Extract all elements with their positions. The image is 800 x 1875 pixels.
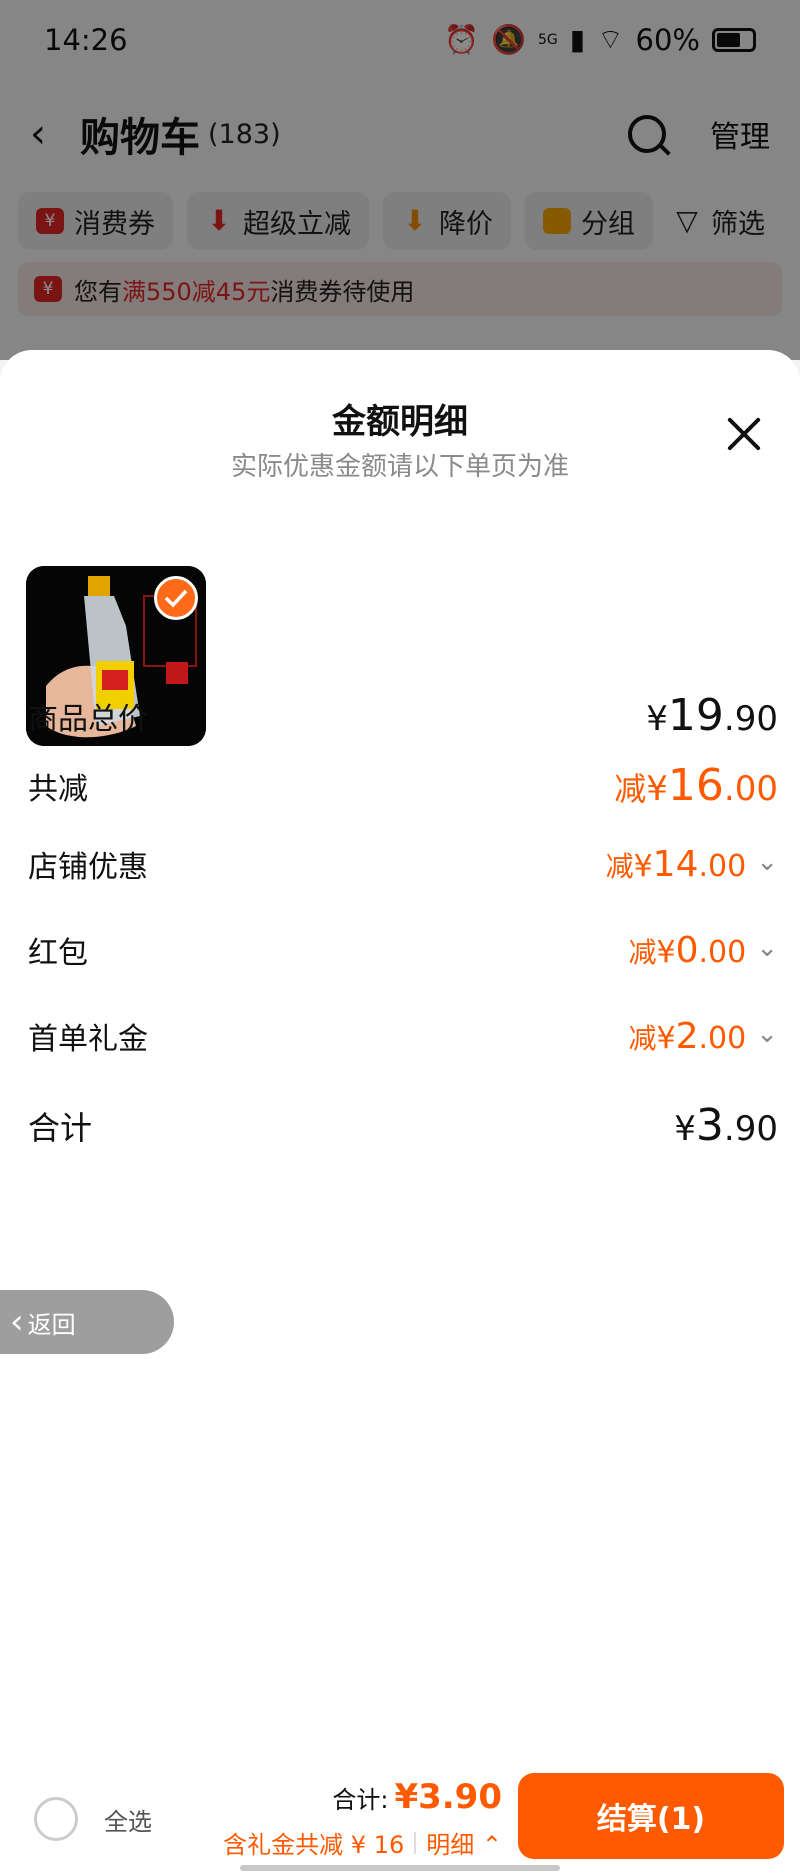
detail-toggle[interactable]: 明细 ⌃ bbox=[426, 1825, 502, 1860]
chevron-down-icon[interactable]: ⌄ bbox=[756, 847, 778, 877]
value-decimal: .00 bbox=[723, 769, 778, 809]
value-decimal: .90 bbox=[723, 1109, 778, 1149]
row-value: 减 ¥0.00 ⌄ bbox=[628, 930, 778, 971]
chevron-left-icon: ‹ bbox=[10, 1302, 24, 1342]
row-total-price: 商品总价 ¥19.90 bbox=[28, 690, 778, 741]
gift-discount-text: 含礼金共减 ¥ 16 bbox=[223, 1831, 405, 1859]
row-label: 合计 bbox=[28, 1108, 93, 1147]
discount-prefix: 减 bbox=[628, 1021, 657, 1055]
close-icon[interactable] bbox=[722, 412, 766, 456]
discount-summary: 含礼金共减 ¥ 16 明细 ⌃ bbox=[223, 1825, 502, 1860]
checkout-button[interactable]: 结算(1) bbox=[518, 1773, 784, 1859]
value-decimal: .90 bbox=[723, 699, 778, 739]
chevron-down-icon[interactable]: ⌄ bbox=[756, 1019, 778, 1049]
checkout-bar: 全选 合计: ¥3.90 含礼金共减 ¥ 16 明细 ⌃ 结算(1) bbox=[0, 1765, 800, 1875]
select-all-radio[interactable] bbox=[34, 1797, 78, 1841]
select-all-label: 全选 bbox=[104, 1807, 152, 1836]
row-label: 红包 bbox=[28, 936, 88, 971]
back-button[interactable]: ‹ 返回 bbox=[0, 1290, 174, 1354]
currency-symbol: ¥ bbox=[646, 699, 668, 739]
detail-label: 明细 bbox=[426, 1831, 475, 1859]
row-label: 商品总价 bbox=[28, 701, 148, 737]
currency-symbol: ¥ bbox=[656, 1020, 676, 1056]
currency-symbol: ¥ bbox=[656, 934, 676, 970]
row-label: 共减 bbox=[28, 771, 88, 807]
value-integer: 19 bbox=[667, 690, 724, 741]
row-red-packet[interactable]: 红包 减 ¥0.00 ⌄ bbox=[28, 928, 778, 972]
chevron-up-icon: ⌃ bbox=[481, 1831, 502, 1859]
home-indicator bbox=[240, 1865, 560, 1871]
value-integer: 3 bbox=[695, 1100, 724, 1151]
row-value: 减 ¥2.00 ⌄ bbox=[628, 1016, 778, 1057]
currency-symbol: ¥ bbox=[633, 848, 653, 884]
value-decimal: .00 bbox=[698, 1020, 747, 1056]
value-decimal: .00 bbox=[698, 848, 747, 884]
total-value: ¥3.90 bbox=[394, 1777, 502, 1817]
row-value: 减 ¥14.00 ⌄ bbox=[606, 844, 778, 885]
row-label: 首单礼金 bbox=[28, 1022, 148, 1057]
discount-prefix: 减 bbox=[614, 770, 647, 808]
row-sum: 合计 ¥3.90 bbox=[28, 1100, 778, 1151]
row-value: 减 ¥16.00 bbox=[614, 760, 778, 811]
overlay-scrim[interactable] bbox=[0, 0, 800, 360]
select-all-toggle[interactable]: 全选 bbox=[34, 1797, 152, 1841]
currency-symbol: ¥ bbox=[674, 1109, 696, 1149]
back-label: 返回 bbox=[27, 1310, 76, 1339]
row-total-discount: 共减 减 ¥16.00 bbox=[28, 760, 778, 811]
value-integer: 2 bbox=[675, 1015, 699, 1057]
total-summary: 合计: ¥3.90 bbox=[332, 1777, 502, 1817]
discount-prefix: 减 bbox=[628, 935, 657, 969]
selected-check-icon[interactable] bbox=[154, 576, 198, 620]
row-value: ¥3.90 bbox=[674, 1100, 778, 1151]
value-integer: 14 bbox=[652, 843, 699, 885]
divider bbox=[414, 1831, 417, 1854]
row-value: ¥19.90 bbox=[646, 690, 778, 741]
value-integer: 0 bbox=[675, 929, 699, 971]
row-shop-discount[interactable]: 店铺优惠 减 ¥14.00 ⌄ bbox=[28, 842, 778, 886]
sheet-subtitle: 实际优惠金额请以下单页为准 bbox=[230, 452, 569, 482]
total-label: 合计: bbox=[332, 1786, 389, 1814]
row-label: 店铺优惠 bbox=[28, 850, 148, 885]
chevron-down-icon[interactable]: ⌄ bbox=[756, 933, 778, 963]
discount-prefix: 减 bbox=[605, 849, 634, 883]
currency-symbol: ¥ bbox=[646, 769, 668, 809]
value-integer: 16 bbox=[667, 760, 724, 811]
sheet-title: 金额明细 bbox=[332, 402, 468, 442]
row-first-order-gift[interactable]: 首单礼金 减 ¥2.00 ⌄ bbox=[28, 1014, 778, 1058]
amount-detail-sheet: 金额明细 实际优惠金额请以下单页为准 商品总价 ¥19.90 共减 减 ¥16.0… bbox=[0, 350, 800, 1875]
value-decimal: .00 bbox=[698, 934, 747, 970]
